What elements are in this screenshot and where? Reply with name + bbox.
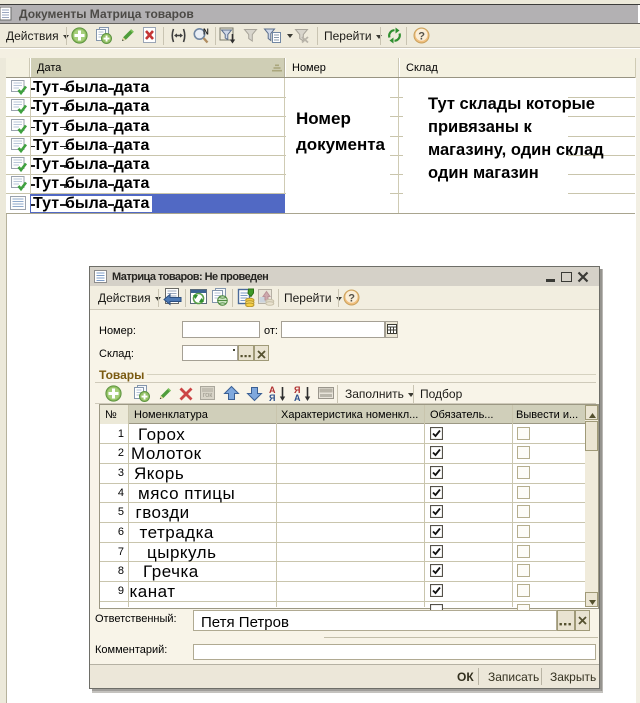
svg-text:ГОК: ГОК <box>203 393 212 399</box>
svg-text:Я: Я <box>269 393 275 402</box>
svg-text:N: N <box>203 28 209 37</box>
svg-text:?: ? <box>348 293 355 305</box>
svg-text:А: А <box>294 393 301 402</box>
svg-text:?: ? <box>418 31 425 43</box>
